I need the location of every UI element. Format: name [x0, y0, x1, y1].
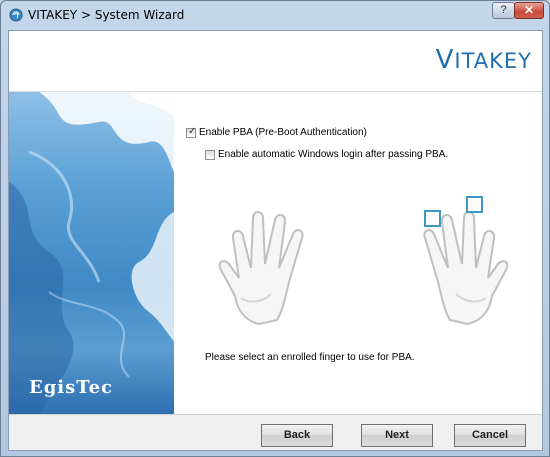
app-icon [9, 8, 23, 22]
cancel-button[interactable]: Cancel [454, 424, 526, 447]
enable-pba-checkbox[interactable]: ✓ Enable PBA (Pre-Boot Authentication) [186, 125, 367, 138]
left-hand-image[interactable] [213, 198, 328, 326]
wizard-window: VITAKEY > System Wizard ? ✕ VITAKEY Egis… [0, 0, 550, 457]
next-button[interactable]: Next [361, 424, 433, 447]
finger-select-box[interactable] [424, 210, 441, 227]
water-splash-image [9, 92, 174, 414]
window-title: VITAKEY > System Wizard [28, 8, 185, 22]
close-button[interactable]: ✕ [514, 2, 544, 19]
vitakey-logo: VITAKEY [435, 45, 532, 75]
help-button[interactable]: ? [492, 2, 515, 19]
button-bar: Back Next Cancel [9, 414, 542, 450]
instruction-text: Please select an enrolled finger to use … [205, 352, 415, 363]
content-panel: ✓ Enable PBA (Pre-Boot Authentication) E… [175, 92, 542, 414]
check-icon: ✓ [188, 125, 197, 137]
auto-login-box[interactable] [205, 149, 215, 160]
auto-login-label: Enable automatic Windows login after pas… [218, 149, 449, 160]
title-bar[interactable]: VITAKEY > System Wizard ? ✕ [1, 1, 549, 30]
auto-login-checkbox[interactable]: Enable automatic Windows login after pas… [205, 149, 448, 160]
enable-pba-box[interactable]: ✓ [186, 125, 197, 138]
right-hand-image[interactable] [399, 198, 514, 326]
wizard-client-area: VITAKEY EgisTec ✓ Enable PBA (Pre-Boot A… [8, 30, 543, 451]
back-button[interactable]: Back [261, 424, 333, 447]
egistec-brand: EgisTec [29, 377, 114, 398]
enable-pba-label: Enable PBA (Pre-Boot Authentication) [199, 127, 367, 138]
finger-select-box[interactable] [466, 196, 483, 213]
side-banner: EgisTec [9, 92, 174, 414]
header-banner: VITAKEY [9, 31, 542, 92]
